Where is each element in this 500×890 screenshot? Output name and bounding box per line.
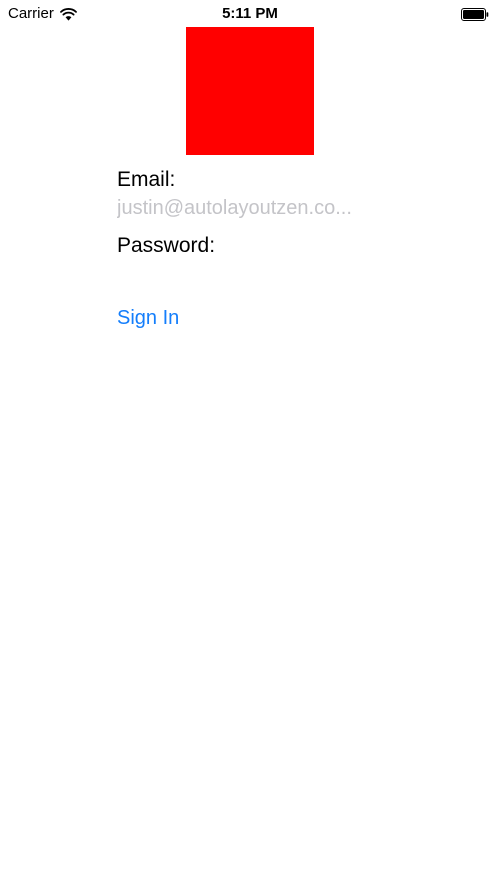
sign-in-button[interactable]: Sign In bbox=[117, 306, 179, 330]
password-label: Password: bbox=[117, 234, 216, 257]
status-bar: Carrier 5:11 PM bbox=[0, 0, 500, 28]
password-field[interactable] bbox=[117, 261, 385, 287]
battery-icon bbox=[461, 8, 489, 21]
logo-image bbox=[186, 27, 314, 155]
status-time: 5:11 PM bbox=[222, 5, 278, 22]
email-label: Email: bbox=[117, 168, 176, 191]
email-field[interactable] bbox=[117, 195, 385, 221]
